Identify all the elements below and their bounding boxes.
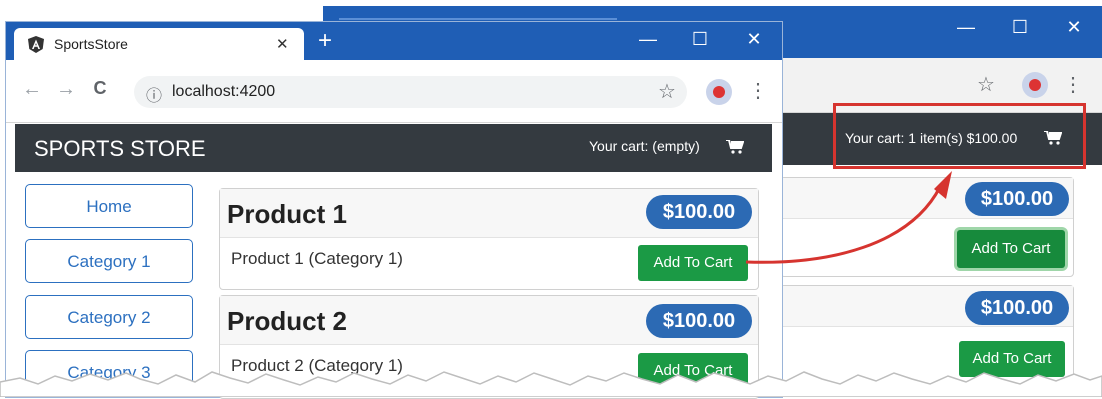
tab-close-icon[interactable]: ✕ [276, 35, 289, 53]
back-profile-avatar[interactable] [1022, 72, 1048, 98]
profile-bird-icon [713, 86, 725, 98]
back-price-badge: $100.00 [965, 182, 1069, 216]
url-text[interactable]: localhost:4200 [172, 83, 275, 101]
address-bar[interactable]: ⓘ localhost:4200 ☆ [134, 76, 687, 108]
store-brand: SPORTS STORE [34, 136, 206, 161]
cart-summary[interactable]: Your cart: (empty) [589, 138, 700, 154]
new-tab-button[interactable]: + [318, 27, 332, 55]
info-icon[interactable]: ⓘ [146, 82, 162, 106]
store-navbar: SPORTS STORE Your cart: (empty) [15, 124, 772, 172]
angular-logo-icon [28, 36, 44, 53]
back-price-badge: $100.00 [965, 291, 1069, 325]
torn-paper-edge [0, 371, 1102, 397]
back-maximize-button[interactable]: ☐ [1005, 18, 1035, 36]
back-close-button[interactable]: ✕ [1059, 18, 1089, 36]
close-window-button[interactable]: ✕ [739, 30, 769, 48]
back-minimize-button[interactable]: — [951, 18, 981, 36]
tab-title: SportsStore [54, 36, 128, 52]
front-browser-window: SportsStore ✕ + — ☐ ✕ ← → C ⓘ localhost:… [6, 22, 782, 399]
forward-arrow-icon[interactable]: → [54, 78, 78, 101]
cart-highlight-callout [833, 103, 1086, 169]
price-badge: $100.00 [646, 195, 752, 229]
profile-avatar[interactable] [706, 79, 732, 105]
minimize-button[interactable]: — [633, 30, 663, 48]
reload-icon[interactable]: C [88, 78, 112, 99]
product-description: Product 1 (Category 1) [231, 249, 403, 268]
back-star-icon[interactable]: ☆ [973, 72, 999, 97]
browser-tab[interactable]: SportsStore ✕ [14, 28, 304, 60]
back-menu-icon[interactable]: ⋮ [1063, 72, 1083, 97]
product-title: Product 2 [227, 306, 347, 336]
product-title: Product 1 [227, 199, 347, 229]
bookmark-star-icon[interactable]: ☆ [655, 79, 679, 104]
cart-icon[interactable] [726, 140, 744, 154]
maximize-button[interactable]: ☐ [685, 30, 715, 48]
back-add-to-cart-button[interactable]: Add To Cart [957, 230, 1065, 268]
back-arrow-icon[interactable]: ← [20, 78, 44, 101]
product-card: Product 1 $100.00 Product 1 (Category 1)… [219, 188, 759, 290]
front-toolbar: ← → C ⓘ localhost:4200 ☆ ⋮ [6, 60, 782, 123]
callout-arrow-icon [745, 171, 952, 264]
profile-bird-icon [1029, 79, 1041, 91]
add-to-cart-button[interactable]: Add To Cart [638, 245, 748, 281]
category-1-button[interactable]: Category 1 [25, 239, 193, 283]
back-tab-strip [339, 18, 617, 20]
price-badge: $100.00 [646, 304, 752, 338]
category-2-button[interactable]: Category 2 [25, 295, 193, 339]
category-home-button[interactable]: Home [25, 184, 193, 228]
browser-menu-icon[interactable]: ⋮ [748, 78, 768, 103]
front-title-bar: SportsStore ✕ + — ☐ ✕ [6, 22, 782, 60]
